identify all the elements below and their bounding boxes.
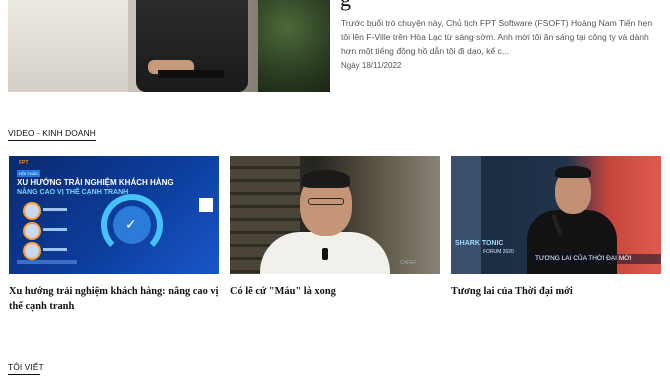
thumb-tag: HỘI THẢO	[17, 170, 41, 177]
speaker-label	[43, 248, 67, 251]
speaker-avatar	[23, 202, 41, 220]
channel-logo: CAFEF	[400, 260, 417, 266]
section-toi-viet-heading[interactable]: TÔI VIẾT	[8, 362, 44, 375]
section-underline	[8, 374, 40, 375]
glasses	[308, 198, 344, 205]
stage-screen	[451, 156, 481, 274]
thumb-headline-1: XU HƯỚNG TRẢI NGHIỆM KHÁCH HÀNG	[17, 178, 174, 187]
speaker-suit	[527, 210, 617, 274]
qr-code-icon	[199, 198, 213, 212]
thumb-brand: FPT	[19, 160, 29, 166]
hero-person	[136, 0, 248, 92]
video-title-3[interactable]: Tương lai của Thời đại mới	[451, 284, 661, 299]
video-thumbnail-2[interactable]: CAFEF	[230, 156, 440, 274]
hero-belt	[158, 70, 224, 78]
speaker-label	[43, 208, 67, 211]
video-thumbnail-3[interactable]: SHARK TONIC FORUM 2020 TƯƠNG LAI CỦA THỜ…	[451, 156, 661, 274]
video-title-2[interactable]: Có lẽ cứ "Máu" là xong	[230, 284, 440, 299]
check-icon: ✓	[125, 216, 137, 232]
video-title-1[interactable]: Xu hướng trải nghiệm khách hàng: nâng ca…	[9, 284, 219, 314]
hero-title[interactable]: g	[340, 0, 351, 12]
speaker-hair	[302, 170, 350, 188]
section-video-label: VIDEO - KINH DOANH	[8, 128, 96, 138]
mic-icon	[322, 248, 328, 260]
video-card-1[interactable]: FPT HỘI THẢO XU HƯỚNG TRẢI NGHIỆM KHÁCH …	[9, 156, 219, 314]
video-card-3[interactable]: SHARK TONIC FORUM 2020 TƯƠNG LAI CỦA THỜ…	[451, 156, 661, 299]
hero-image[interactable]	[8, 0, 330, 92]
thumb-headline-2: NÂNG CAO VỊ THẾ CẠNH TRANH	[17, 189, 129, 196]
forum-label: FORUM 2020	[483, 249, 514, 255]
section-video-heading[interactable]: VIDEO - KINH DOANH	[8, 128, 96, 141]
speaker-label	[43, 228, 67, 231]
speaker-hair	[555, 166, 591, 178]
video-thumbnail-1[interactable]: FPT HỘI THẢO XU HƯỚNG TRẢI NGHIỆM KHÁCH …	[9, 156, 219, 274]
hero-description: Trước buổi trò chuyện này, Chủ tịch FPT …	[341, 18, 653, 56]
section-toi-viet-label: TÔI VIẾT	[8, 362, 44, 372]
speaker-avatar	[23, 222, 41, 240]
thumb-footer	[17, 260, 77, 264]
hero-date: Ngày 18/11/2022	[341, 61, 402, 70]
show-logo: SHARK TONIC	[455, 240, 504, 247]
hero-wall	[8, 0, 128, 92]
caption-text: TƯƠNG LAI CỦA THỜI ĐẠI MỚI	[535, 255, 632, 262]
speaker-avatar	[23, 242, 41, 260]
hero-plant	[258, 0, 330, 92]
section-underline	[8, 140, 96, 141]
video-card-2[interactable]: CAFEF Có lẽ cứ "Máu" là xong	[230, 156, 440, 299]
